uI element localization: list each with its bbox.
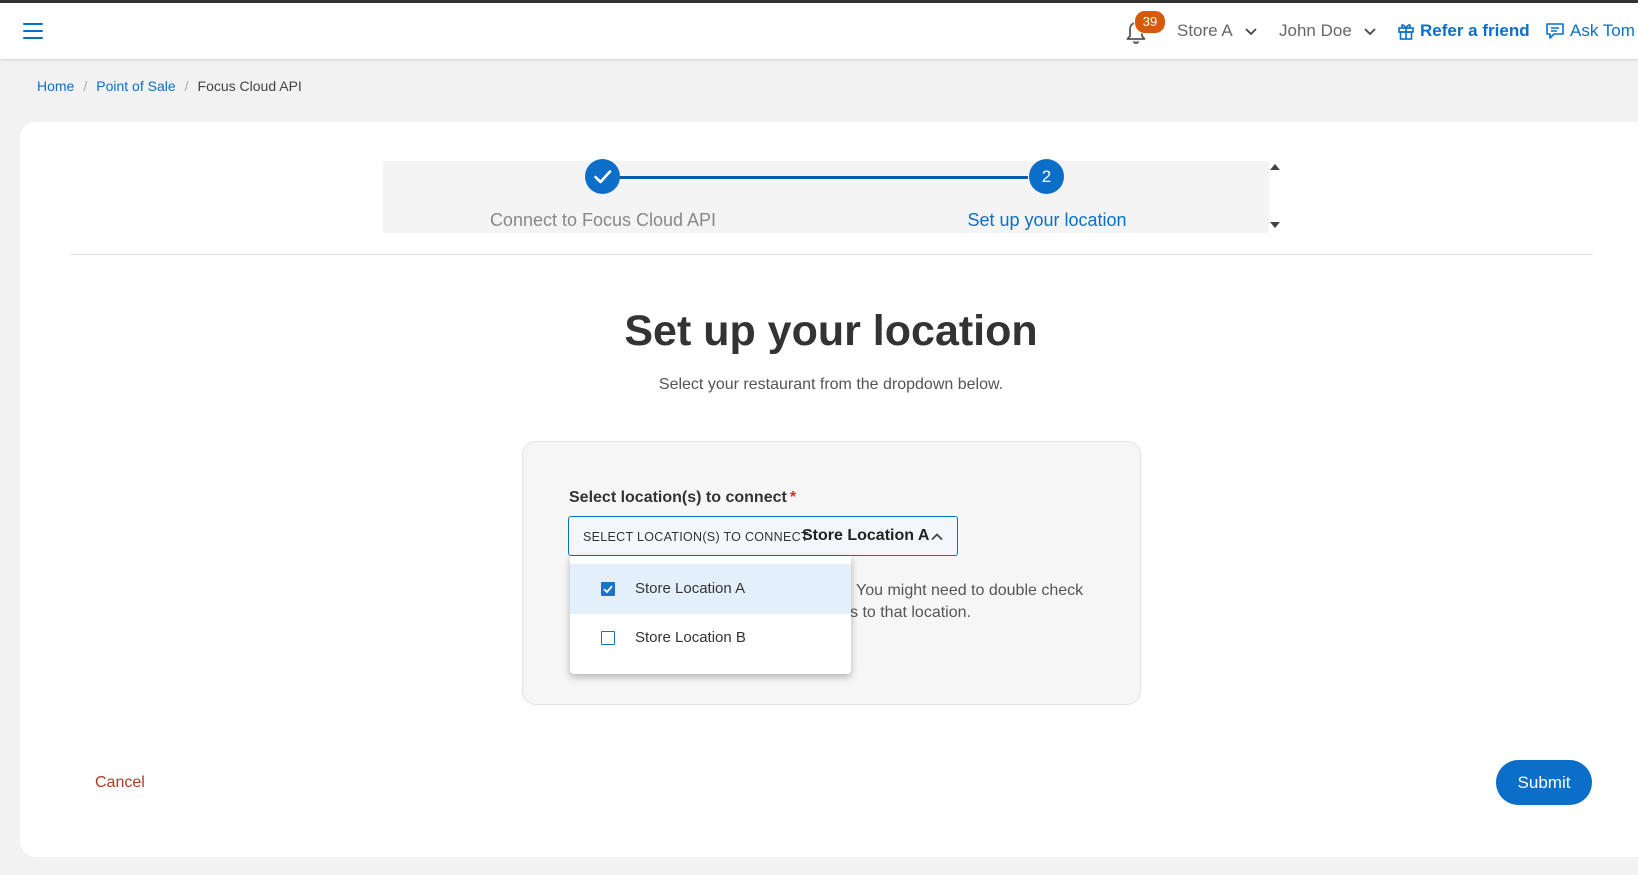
menu-icon[interactable] bbox=[23, 23, 43, 39]
location-option-label: Store Location B bbox=[635, 629, 746, 646]
section-divider bbox=[70, 254, 1593, 255]
step-1-label: Connect to Focus Cloud API bbox=[489, 210, 717, 230]
step-2-label: Set up your location bbox=[967, 210, 1127, 230]
location-dropdown-menu: Store Location A Store Location B bbox=[570, 556, 851, 674]
breadcrumb: Home / Point of Sale / Focus Cloud API bbox=[37, 78, 302, 94]
required-indicator: * bbox=[789, 489, 797, 506]
location-select[interactable]: SELECT LOCATION(S) TO CONNECT Store Loca… bbox=[568, 516, 958, 556]
location-field-label: Select location(s) to connect * bbox=[569, 489, 796, 507]
checkbox-unchecked-icon[interactable] bbox=[601, 631, 615, 645]
breadcrumb-current: Focus Cloud API bbox=[197, 78, 302, 94]
scroll-down-arrow[interactable] bbox=[1270, 222, 1280, 228]
user-menu[interactable]: John Doe bbox=[1279, 21, 1378, 41]
location-option-label: Store Location A bbox=[635, 580, 746, 597]
refer-a-friend-label: Refer a friend bbox=[1420, 21, 1530, 40]
chevron-down-icon bbox=[1245, 28, 1257, 36]
checkbox-checked-icon[interactable] bbox=[601, 582, 615, 596]
page-title: Set up your location bbox=[624, 307, 1038, 355]
page-subtitle: Select your restaurant from the dropdown… bbox=[658, 376, 1004, 393]
chevron-down-icon bbox=[1364, 28, 1376, 36]
gift-icon bbox=[1398, 24, 1414, 40]
breadcrumb-separator: / bbox=[83, 78, 88, 94]
location-select-placeholder: SELECT LOCATION(S) TO CONNECT bbox=[583, 530, 809, 544]
breadcrumb-home[interactable]: Home bbox=[37, 78, 74, 94]
ask-tom-label: Ask Tom bbox=[1570, 21, 1635, 40]
cancel-link[interactable]: Cancel bbox=[95, 774, 145, 792]
location-option-a[interactable]: Store Location A bbox=[570, 564, 851, 614]
store-selector-label: Store A bbox=[1177, 21, 1233, 40]
chat-icon bbox=[1546, 23, 1564, 39]
user-name: John Doe bbox=[1279, 21, 1352, 40]
top-navigation-bar: 39 Store A John Doe Refer a friend Ask T… bbox=[0, 3, 1638, 59]
check-icon bbox=[594, 170, 612, 184]
refer-a-friend-link[interactable]: Refer a friend bbox=[1397, 21, 1530, 41]
chevron-up-icon bbox=[931, 533, 943, 541]
store-selector[interactable]: Store A bbox=[1177, 21, 1259, 41]
submit-button[interactable]: Submit bbox=[1496, 760, 1592, 805]
stepper-connector bbox=[602, 176, 1028, 179]
breadcrumb-point-of-sale[interactable]: Point of Sale bbox=[96, 78, 175, 94]
breadcrumb-separator: / bbox=[184, 78, 189, 94]
location-select-value: Store Location A bbox=[802, 527, 930, 544]
ask-tom-link[interactable]: Ask Tom bbox=[1545, 21, 1635, 41]
check-icon bbox=[602, 585, 613, 593]
scroll-up-arrow[interactable] bbox=[1270, 164, 1280, 170]
location-field-label-text: Select location(s) to connect bbox=[569, 489, 787, 506]
notification-badge: 39 bbox=[1134, 10, 1166, 34]
step-1-indicator bbox=[585, 159, 620, 194]
location-option-b[interactable]: Store Location B bbox=[570, 613, 851, 663]
step-2-indicator: 2 bbox=[1029, 159, 1064, 194]
